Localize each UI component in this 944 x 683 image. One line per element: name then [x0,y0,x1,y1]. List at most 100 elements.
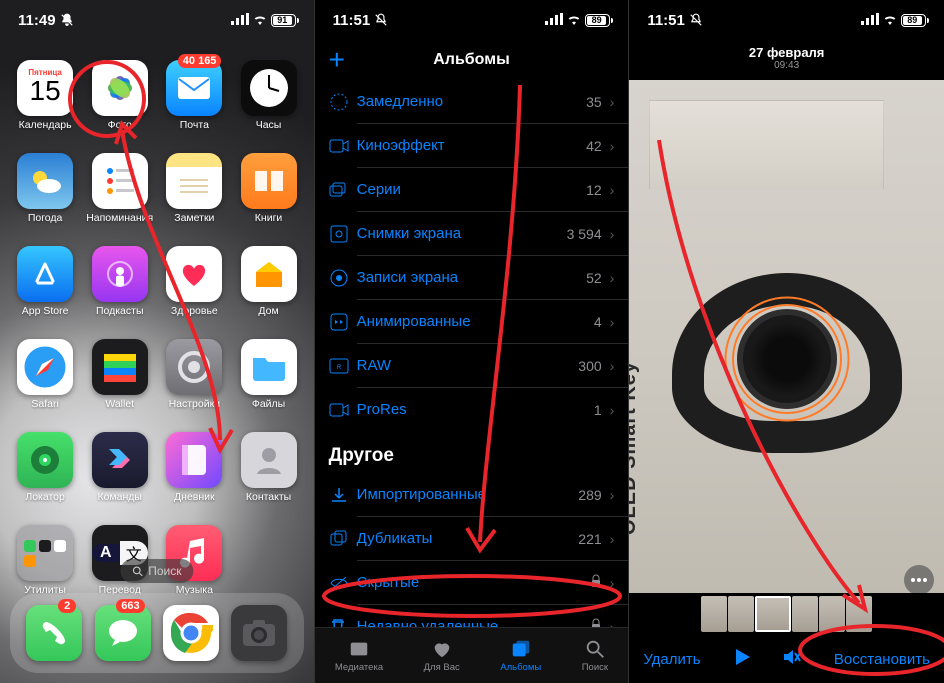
row-bursts[interactable]: Серии12› [315,168,629,211]
status-bar: 11:49 91 [0,0,314,40]
row-prores[interactable]: ProRes1› [315,388,629,431]
lock-icon [590,618,602,628]
nav-bar: + Альбомы [315,40,629,80]
speaker-mute-icon [781,648,801,666]
battery-icon: 91 [271,14,296,27]
messages-badge: 663 [116,599,144,613]
photo-date: 27 февраля [749,45,825,60]
app-safari[interactable]: Safari [12,339,78,410]
row-raw[interactable]: RRAW300› [315,344,629,387]
journal-icon [179,443,209,477]
app-shortcuts[interactable]: Команды [86,432,153,503]
safari-icon [21,343,69,391]
tab-library[interactable]: Медиатека [335,638,383,673]
status-time: 11:51 [333,12,371,29]
signal-icon [861,12,879,29]
app-podcasts[interactable]: Подкасты [86,246,153,317]
burst-icon [329,181,357,199]
app-findmy[interactable]: Локатор [12,432,78,503]
row-cinematic[interactable]: Киноэффект42› [315,124,629,167]
play-button[interactable] [733,647,751,671]
app-photos[interactable]: Фото [86,60,153,131]
lock-icon [590,574,602,592]
app-contacts[interactable]: Контакты [235,432,301,503]
filmstrip-thumb[interactable] [701,596,727,632]
clock-icon [247,66,291,110]
app-home[interactable]: Дом [235,246,301,317]
dock-camera[interactable] [231,605,287,661]
more-button[interactable] [904,565,934,595]
app-calendar[interactable]: Пятница15 Календарь [12,60,78,131]
albums-list[interactable]: Замедленно35› Киноэффект42› Серии12› Сни… [315,80,629,627]
row-screenrec[interactable]: Записи экрана52› [315,256,629,299]
app-notes[interactable]: Заметки [161,153,227,224]
filmstrip-thumb[interactable] [846,596,872,632]
app-mail[interactable]: 40 165 Почта [161,60,227,131]
findmy-icon [27,442,63,478]
row-imported[interactable]: Импортированные289› [315,473,629,516]
weather-icon [27,166,63,196]
status-time: 11:51 [647,12,685,29]
app-health[interactable]: Здоровье [161,246,227,317]
wallet-icon [100,350,140,384]
photo-content[interactable]: OLED Smart Key [629,80,944,595]
tab-search[interactable]: Поиск [582,638,608,673]
dock-messages[interactable]: 663 [95,605,151,661]
photo-header: 27 февраля 09:43 [629,40,944,76]
app-settings[interactable]: Настройки [161,339,227,410]
row-hidden[interactable]: Скрытые› [315,561,629,604]
bottom-toolbar: Удалить Восстановить [629,635,944,683]
shortcuts-icon [102,442,138,478]
delete-button[interactable]: Удалить [643,651,700,668]
home-grid: Пятница15 Календарь [12,60,302,596]
photos-icon [100,68,140,108]
row-duplicates[interactable]: Дубликаты221› [315,517,629,560]
home-icon [252,258,286,290]
filmstrip-thumb[interactable] [819,596,845,632]
battery-icon: 89 [901,14,926,27]
filmstrip-thumb[interactable] [792,596,818,632]
wifi-icon [882,12,898,29]
tab-albums[interactable]: Альбомы [500,638,541,673]
app-utilities-folder[interactable]: Утилиты [12,525,78,596]
camera-icon [241,618,277,648]
screen-albums: 11:51 89 + Альбомы Замедленно35› Киноэфф… [315,0,630,683]
reminders-icon [102,163,138,199]
play-icon [733,647,751,667]
row-screenshots[interactable]: Снимки экрана3 594› [315,212,629,255]
spotlight-search[interactable]: Поиск [120,559,193,583]
restore-button[interactable]: Восстановить [834,651,930,668]
app-weather[interactable]: Погода [12,153,78,224]
app-files[interactable]: Файлы [235,339,301,410]
silent-icon [689,13,703,27]
silent-icon [60,13,74,27]
app-books[interactable]: Книги [235,153,301,224]
podcasts-icon [103,257,137,291]
app-wallet[interactable]: Wallet [86,339,153,410]
filmstrip-thumb[interactable] [728,596,754,632]
app-appstore[interactable]: App Store [12,246,78,317]
filmstrip[interactable] [629,593,944,635]
signal-icon [545,12,563,29]
dock-chrome[interactable] [163,605,219,661]
prores-icon [329,402,357,418]
row-recently-deleted[interactable]: Недавно удаленные› [315,605,629,627]
app-reminders[interactable]: Напоминания [86,153,153,224]
tab-foryou[interactable]: Для Вас [424,638,460,673]
row-animated[interactable]: Анимированные4› [315,300,629,343]
ellipsis-icon [910,577,928,583]
add-album-button[interactable]: + [329,44,345,76]
dock: 2 663 [10,593,304,673]
video-icon [329,138,357,154]
row-slomo[interactable]: Замедленно35› [315,80,629,123]
dock-phone[interactable]: 2 [26,605,82,661]
photo-time: 09:43 [774,60,799,71]
wifi-icon [252,12,268,29]
app-clock[interactable]: Часы [235,60,301,131]
screen-home: 11:49 91 Пятница15 Календарь [0,0,315,683]
mute-button[interactable] [781,648,801,670]
app-journal[interactable]: Дневник [161,432,227,503]
status-bar: 11:51 89 [315,0,629,40]
filmstrip-thumb-selected[interactable] [755,596,791,632]
battery-icon: 89 [585,14,610,27]
